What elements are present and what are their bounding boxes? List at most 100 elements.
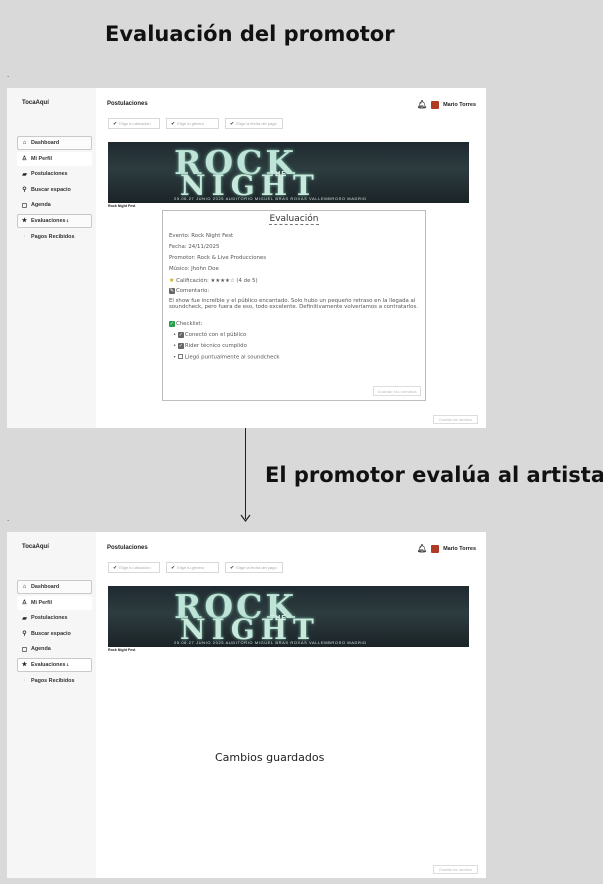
checkbox-unchecked-icon[interactable] — [177, 354, 183, 359]
bell-icon[interactable]: 🔔︎ — [417, 100, 427, 109]
heading-promoter-evaluation: Evaluación del promotor — [105, 22, 395, 46]
sidebar-item-label: Evaluaciones — [31, 661, 66, 668]
save-changes-button[interactable]: Guardar los cambios — [433, 415, 478, 424]
check-icon: ✔ — [171, 564, 176, 571]
filter-label: Elige la fecha del pago — [236, 565, 277, 570]
sidebar-item-postulaciones[interactable]: ▰ Postulaciones — [17, 167, 92, 181]
payment-date-filter[interactable]: ✔ Elige la fecha del pago — [225, 562, 283, 573]
sidebar-item-evaluaciones[interactable]: ★ Evaluaciones 1 — [17, 657, 92, 672]
save-evaluation-button[interactable]: Guardar las cambios — [373, 386, 421, 396]
check-icon: ✔ — [171, 120, 176, 127]
sidebar-item-buscar-espacio[interactable]: ⚲ Buscar espacio — [17, 183, 92, 197]
checklist-label: ✓ Checklist: — [169, 321, 203, 327]
event-banner[interactable]: ROCK NIGHT THE 25.06.27 JUNIO 2025 AUDIT… — [108, 142, 469, 203]
checkbox-checked-icon[interactable]: ✓ — [177, 343, 184, 349]
banner-info: 25.06.27 JUNIO 2025 AUDITORIO MIGUEL BRA… — [174, 196, 367, 201]
location-filter[interactable]: ✔ Elige tu ubicación — [108, 562, 160, 573]
documents-icon: ▰ — [22, 171, 27, 178]
banner-title-the: THE — [270, 615, 287, 622]
avatar[interactable] — [431, 544, 440, 553]
filter-label: Elige tu género — [177, 565, 205, 570]
checklist-item[interactable]: • ✓ Rider técnico cumplido — [173, 343, 247, 349]
payment-date-filter[interactable]: ✔ Elige la fecha del pago — [225, 118, 283, 129]
sidebar-item-label: Buscar espacio — [31, 186, 71, 193]
sidebar-item-label: Dashboard — [31, 140, 60, 146]
comment-label: ✎ Comentario: — [169, 288, 210, 294]
sidebar-item-label: Pagos Recibidos — [31, 677, 75, 684]
sidebar-item-mi-perfil[interactable]: ♙ Mi Perfil — [17, 595, 92, 610]
avatar[interactable] — [431, 100, 440, 109]
brand-logo: TocaAquí — [22, 100, 49, 106]
user-name: Mario Torres — [443, 101, 476, 108]
filter-label: Elige la fecha del pago — [236, 121, 277, 126]
event-caption: Rock Night Fest — [108, 204, 136, 208]
rating-field: ★ Calificación: ★★★★☆ (4 de 5) — [169, 277, 258, 284]
sidebar-item-label: Postulaciones — [31, 171, 68, 178]
check-icon: ✓ — [169, 321, 175, 327]
checkbox-checked-icon[interactable]: ✓ — [177, 332, 184, 338]
sidebar-item-mi-perfil[interactable]: ♙ Mi Perfil — [17, 151, 92, 166]
sidebar-item-evaluaciones[interactable]: ★ Evaluaciones 1 — [17, 213, 92, 228]
sidebar-nav: ⌂ Dashboard ♙ Mi Perfil ▰ Postulaciones ⚲ Bu… — [17, 580, 92, 689]
screen-evaluation-modal: TocaAquí ⌂ Dashboard ♙ Mi Perfil ▰ Postulac… — [7, 88, 486, 428]
sidebar: TocaAquí ⌂ Dashboard ♙ Mi Perfil ▰ Postulac… — [7, 532, 96, 878]
user-menu[interactable]: 🔔︎ Mario Torres — [417, 100, 476, 109]
genre-filter[interactable]: ✔ Elige tu género — [166, 118, 219, 129]
filter-label: Elige tu ubicación — [119, 121, 151, 126]
sidebar-item-buscar-espacio[interactable]: ⚲ Buscar espacio — [17, 627, 92, 641]
comment-text: El show fue increíble y el público encan… — [169, 298, 418, 311]
event-caption: Rock Night Fest — [108, 648, 136, 652]
sidebar-nav: ⌂ Dashboard ♙ Mi Perfil ▰ Postulaciones ⚲ Bu… — [17, 136, 92, 245]
sidebar-item-dashboard[interactable]: ⌂ Dashboard — [17, 136, 92, 150]
user-menu[interactable]: 🔔︎ Mario Torres — [417, 544, 476, 553]
filter-bar: ✔ Elige tu ubicación ✔ Elige tu género ✔ El… — [108, 562, 283, 573]
payments-icon: · — [23, 233, 26, 240]
sidebar-item-dashboard[interactable]: ⌂ Dashboard — [17, 580, 92, 594]
sidebar-item-agenda[interactable]: ▢ Agenda — [17, 642, 92, 656]
dot-marker: . — [7, 514, 10, 523]
page-title: Postulaciones — [107, 545, 148, 551]
sidebar-item-label: Postulaciones — [31, 615, 68, 622]
sidebar-item-pagos-recibidos[interactable]: · Pagos Recibidos — [17, 230, 92, 244]
musician-field: Músico: Jhohn Doe — [169, 266, 219, 272]
checklist-item[interactable]: • Llegó puntualmente al soundcheck — [173, 354, 280, 361]
sidebar-item-pagos-recibidos[interactable]: · Pagos Recibidos — [17, 674, 92, 688]
sidebar: TocaAquí ⌂ Dashboard ♙ Mi Perfil ▰ Postulac… — [7, 88, 96, 428]
calendar-icon: ▢ — [21, 202, 28, 209]
modal-title: Evaluación — [268, 214, 320, 225]
sidebar-item-label: Agenda — [31, 202, 51, 209]
bell-icon[interactable]: 🔔︎ — [417, 544, 427, 553]
sidebar-item-label: Buscar espacio — [31, 630, 71, 637]
search-icon: ⚲ — [22, 187, 27, 194]
check-icon: ✔ — [230, 120, 235, 127]
user-name: Mario Torres — [443, 545, 476, 552]
home-icon: ⌂ — [22, 584, 27, 590]
calendar-icon: ▢ — [21, 646, 28, 653]
save-changes-button[interactable]: Guardar los cambios — [433, 865, 478, 874]
location-filter[interactable]: ✔ Elige tu ubicación — [108, 118, 160, 129]
sidebar-item-label: Pagos Recibidos — [31, 233, 75, 240]
filter-label: Elige tu género — [177, 121, 205, 126]
changes-saved-message: Cambios guardados — [215, 751, 325, 764]
checklist-item[interactable]: • ✓ Conectó con el público — [173, 332, 246, 338]
notification-badge: 1 — [66, 218, 69, 224]
banner-title-the: THE — [270, 171, 287, 178]
brand-logo: TocaAquí — [22, 544, 49, 550]
genre-filter[interactable]: ✔ Elige tu género — [166, 562, 219, 573]
event-field: Evento: Rock Night Fest — [169, 233, 234, 239]
sidebar-item-label: Mi Perfil — [31, 599, 52, 606]
sidebar-item-postulaciones[interactable]: ▰ Postulaciones — [17, 611, 92, 625]
sidebar-item-agenda[interactable]: ▢ Agenda — [17, 198, 92, 212]
check-icon: ✔ — [230, 564, 235, 571]
sidebar-item-label: Evaluaciones — [31, 217, 66, 224]
star-icon: ★ — [169, 277, 175, 284]
star-icon: ★ — [21, 218, 28, 225]
notification-badge: 1 — [66, 662, 69, 668]
screen-changes-saved: TocaAquí ⌂ Dashboard ♙ Mi Perfil ▰ Postulac… — [7, 532, 486, 878]
evaluation-modal: Evaluación Evento: Rock Night Fest Fecha… — [162, 210, 426, 401]
payments-icon: · — [23, 677, 26, 684]
event-banner[interactable]: ROCK NIGHT THE 25.06.27 JUNIO 2025 AUDIT… — [108, 586, 469, 647]
sidebar-item-label: Mi Perfil — [31, 155, 52, 162]
sidebar-item-label: Dashboard — [31, 584, 60, 590]
dot-marker: . — [7, 70, 10, 79]
